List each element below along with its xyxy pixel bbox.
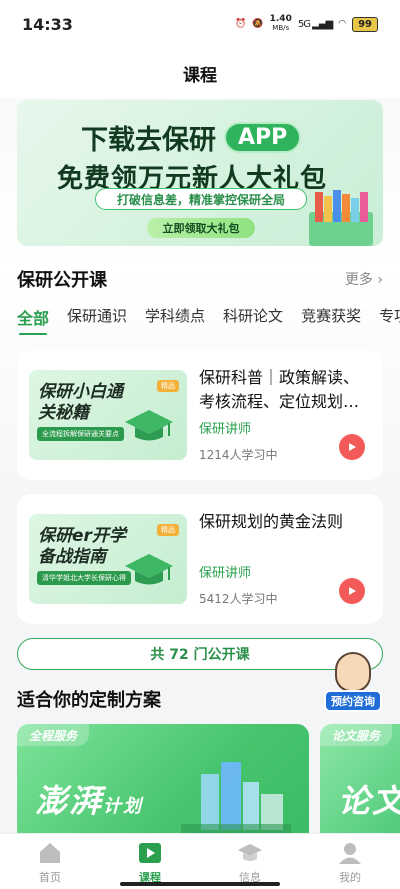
tab-general[interactable]: 保研通识	[67, 301, 127, 335]
graduation-cap-icon	[125, 554, 173, 585]
plan-tag: 全程服务	[17, 724, 90, 746]
plan-card[interactable]: 论文服务 论文	[320, 724, 400, 833]
category-tabs: 全部 保研通识 学科绩点 科研论文 竞赛获奖 专项提	[17, 301, 400, 335]
play-button[interactable]	[339, 578, 365, 604]
claim-gift-button[interactable]: 立即领取大礼包	[147, 218, 255, 238]
plan-name: 论文	[338, 782, 400, 820]
scroll-content[interactable]: 下载去保研 APP 免费领万元新人大礼包 打破信息差，精准掌控保研全局 立即领取…	[0, 98, 400, 833]
course-title: 保研科普｜政策解读、考核流程、定位规划…	[199, 368, 360, 411]
battery-indicator: 99	[352, 16, 378, 32]
course-thumbnail: 保研小白通关秘籍 精品 全流程拆解保研通关要点	[29, 370, 187, 460]
building-illustration-icon	[181, 762, 291, 833]
home-icon	[40, 842, 60, 863]
tab-research[interactable]: 科研论文	[223, 301, 283, 335]
tabbar-item-home[interactable]: 首页	[10, 839, 90, 885]
status-time: 14:33	[22, 14, 73, 34]
course-teacher: 保研讲师	[199, 566, 252, 581]
plans-title: 适合你的定制方案	[17, 690, 161, 711]
promo-banner[interactable]: 下载去保研 APP 免费领万元新人大礼包 打破信息差，精准掌控保研全局 立即领取…	[17, 100, 383, 246]
tab-all[interactable]: 全部	[17, 301, 49, 335]
tabbar-item-profile[interactable]: 我的	[310, 839, 390, 885]
tab-special[interactable]: 专项提	[379, 301, 400, 335]
tabbar-item-info[interactable]: 信息	[210, 839, 290, 885]
tabbar-item-courses[interactable]: 课程	[110, 839, 190, 885]
wifi-icon: ◠	[338, 19, 347, 29]
graduation-cap-icon	[125, 410, 173, 441]
thumb-badge: 精品	[157, 380, 179, 392]
status-icons: ⏰ 🔕 1.40 MB/s 5G ▂▄▆ ◠ 99	[235, 15, 378, 33]
course-learners: 1214人学习中	[199, 448, 278, 462]
consult-float-button[interactable]: 预约咨询	[322, 650, 384, 720]
alarm-icon: ⏰	[235, 19, 247, 29]
signal-icon: 5G ▂▄▆	[297, 18, 333, 30]
tabbar-label: 首页	[39, 870, 61, 884]
thumb-tag: 清华学姐北大学长保研心得	[37, 571, 131, 585]
tabbar-label: 我的	[339, 870, 361, 884]
play-icon	[349, 443, 356, 451]
banner-headline: 下载去保研 APP	[81, 118, 302, 157]
status-bar: 14:33 ⏰ 🔕 1.40 MB/s 5G ▂▄▆ ◠ 99	[0, 0, 400, 48]
course-card[interactable]: 保研小白通关秘籍 精品 全流程拆解保研通关要点 保研科普｜政策解读、考核流程、定…	[17, 350, 383, 480]
section-title: 保研公开课	[17, 270, 107, 291]
advisor-avatar-icon	[335, 652, 371, 692]
course-play-icon	[139, 842, 161, 863]
course-learners: 5412人学习中	[199, 592, 278, 606]
course-teacher: 保研讲师	[199, 422, 252, 437]
more-link[interactable]: 更多 ›	[345, 269, 383, 289]
profile-icon	[339, 842, 361, 864]
bottom-tab-bar: 首页 课程 信息 我的	[0, 833, 400, 889]
home-indicator	[120, 882, 280, 886]
tab-gpa[interactable]: 学科绩点	[145, 301, 205, 335]
play-button[interactable]	[339, 434, 365, 460]
course-thumbnail: 保研er开学备战指南 精品 清华学姐北大学长保研心得	[29, 514, 187, 604]
tab-competition[interactable]: 竞赛获奖	[301, 301, 361, 335]
graduation-cap-icon	[238, 843, 262, 861]
page-header: 课程	[0, 48, 400, 98]
thumb-tag: 全流程拆解保研通关要点	[37, 427, 124, 441]
gift-books-icon	[309, 190, 373, 246]
plan-card[interactable]: 全程服务 澎湃计划	[17, 724, 309, 833]
app-pill: APP	[224, 122, 302, 153]
thumb-badge: 精品	[157, 524, 179, 536]
mute-icon: 🔕	[252, 19, 264, 29]
plan-name: 澎湃计划	[35, 782, 144, 820]
page-title: 课程	[183, 65, 217, 86]
public-courses-header: 保研公开课 更多 ›	[17, 266, 383, 292]
banner-slogan: 打破信息差，精准掌控保研全局	[95, 188, 307, 210]
net-speed: 1.40 MB/s	[269, 14, 292, 33]
play-icon	[349, 587, 356, 595]
consult-label: 预约咨询	[324, 690, 382, 712]
plan-tag: 论文服务	[320, 724, 393, 746]
course-card[interactable]: 保研er开学备战指南 精品 清华学姐北大学长保研心得 保研规划的黄金法则 保研讲…	[17, 494, 383, 624]
course-title: 保研规划的黄金法则	[199, 512, 344, 531]
